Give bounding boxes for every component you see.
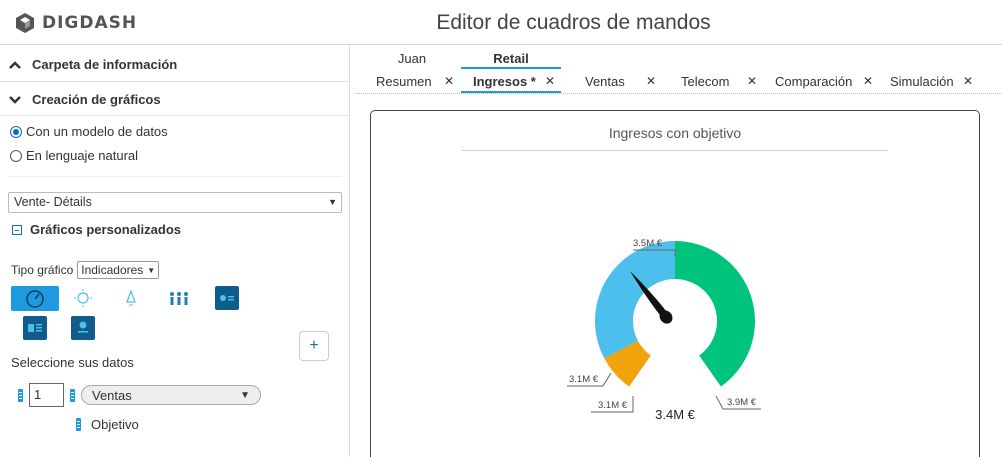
datamodel-select[interactable]: Vente- Détails ▼	[8, 192, 342, 213]
section-charts-label: Creación de gráficos	[32, 92, 161, 107]
app-header: DIGDASH Editor de cuadros de mandos	[0, 0, 1002, 45]
collapse-icon[interactable]	[12, 224, 22, 235]
tab-resumen[interactable]: Resumen	[376, 74, 432, 89]
divider	[0, 115, 350, 116]
objective-label: Objetivo	[91, 417, 139, 432]
close-icon[interactable]: ✕	[646, 74, 656, 88]
gauge-label-high: 3.9M €	[727, 397, 757, 408]
tab-simulacion[interactable]: Simulación	[890, 74, 954, 89]
measure-select[interactable]: Ventas ▼	[81, 385, 261, 405]
card-icon	[220, 295, 234, 301]
custom-charts-label: Gráficos personalizados	[30, 222, 181, 237]
people-icon	[170, 292, 188, 305]
card-chart-button[interactable]	[215, 286, 239, 310]
custom-charts-header[interactable]: Gráficos personalizados	[12, 222, 181, 237]
close-icon[interactable]: ✕	[444, 74, 454, 88]
chevron-up-icon	[9, 60, 21, 69]
gauge-chart-button[interactable]	[11, 286, 59, 311]
radio-button-unchecked[interactable]	[10, 149, 22, 162]
tab-group-juan[interactable]: Juan	[387, 51, 437, 66]
gauge-chart[interactable]: 3.5M € 3.1M € 3.1M € 3.9M € 3.4M €	[371, 111, 979, 457]
chart-type-value: Indicadores	[81, 263, 144, 277]
gauge-label-top: 3.5M €	[633, 238, 663, 249]
bulb-icon	[126, 289, 136, 306]
chevron-down-icon: ▼	[328, 197, 337, 207]
gauge-label-low2: 3.1M €	[598, 400, 628, 411]
chart-card[interactable]: Ingresos con objetivo 3.5M €3.1M €3.1M €…	[370, 110, 980, 457]
radio-data-model[interactable]: Con un modelo de datos	[10, 124, 168, 139]
bulb-chart-button[interactable]	[119, 286, 143, 310]
left-panel: Carpeta de información Creación de gráfi…	[0, 46, 350, 457]
gauge-value-label: 3.4M €	[655, 407, 696, 422]
tab-bar-divider	[355, 93, 1002, 94]
close-icon[interactable]: ✕	[747, 74, 757, 88]
measure-index-input[interactable]: 1	[29, 383, 64, 407]
datamodel-select-value: Vente- Détails	[14, 195, 92, 209]
section-info-header[interactable]: Carpeta de información	[8, 57, 177, 72]
section-charts-header[interactable]: Creación de gráficos	[8, 92, 161, 107]
radio-natural-language-label: En lenguaje natural	[26, 148, 139, 163]
radio-natural-language[interactable]: En lenguaje natural	[10, 148, 138, 163]
profile-card-chart-button[interactable]	[71, 316, 95, 340]
close-icon[interactable]: ✕	[863, 74, 873, 88]
tab-group-retail[interactable]: Retail	[461, 51, 561, 66]
tab-ventas[interactable]: Ventas	[585, 74, 625, 89]
gauge-band-high[interactable]	[675, 241, 755, 387]
close-icon[interactable]: ✕	[963, 74, 973, 88]
triangle-down-icon: ▼	[240, 389, 250, 401]
tab-telecom[interactable]: Telecom	[681, 74, 729, 89]
page-title: Editor de cuadros de mandos	[0, 11, 1002, 35]
radial-icon	[74, 289, 92, 307]
list-card-chart-button[interactable]	[23, 316, 47, 340]
plus-icon: +	[309, 337, 319, 354]
tab-comparacion[interactable]: Comparación	[775, 74, 852, 89]
people-chart-button[interactable]	[167, 286, 191, 310]
chevron-down-icon	[9, 95, 21, 104]
dashboard-editor: Juan Retail Resumen ✕ Ingresos * ✕ Venta…	[351, 46, 1002, 457]
drag-handle-icon[interactable]	[76, 418, 81, 431]
page-title-text: Editor de cuadros de mandos	[436, 11, 711, 34]
divider	[0, 81, 350, 82]
measure-select-value: Ventas	[92, 387, 132, 403]
divider	[8, 176, 342, 177]
section-info-label: Carpeta de información	[32, 57, 178, 72]
drag-handle-icon[interactable]	[18, 388, 23, 402]
select-data-label: Seleccione sus datos	[11, 355, 134, 370]
add-button[interactable]: +	[299, 331, 329, 361]
drag-handle-icon[interactable]	[70, 388, 75, 402]
tab-ingresos[interactable]: Ingresos *	[473, 74, 536, 89]
list-card-icon	[28, 324, 42, 332]
measure-row: 1 Ventas ▼	[18, 383, 261, 407]
group-underline	[461, 67, 561, 69]
gauge-label-low1: 3.1M €	[569, 374, 599, 385]
chart-type-row: Tipo gráfico Indicadores ▼	[11, 261, 160, 279]
close-icon[interactable]: ✕	[545, 74, 555, 88]
gauge-band-mid[interactable]	[595, 241, 675, 359]
sun-chart-button[interactable]	[71, 286, 95, 310]
gauge-icon	[26, 289, 44, 308]
profile-card-icon	[78, 321, 88, 333]
radio-button-checked[interactable]	[10, 125, 22, 138]
chart-type-select[interactable]: Indicadores ▼	[77, 261, 160, 279]
chart-type-label: Tipo gráfico	[11, 263, 74, 277]
radio-data-model-label: Con un modelo de datos	[26, 124, 168, 139]
chevron-down-icon: ▼	[147, 265, 156, 275]
objective-row: Objetivo	[76, 417, 139, 432]
